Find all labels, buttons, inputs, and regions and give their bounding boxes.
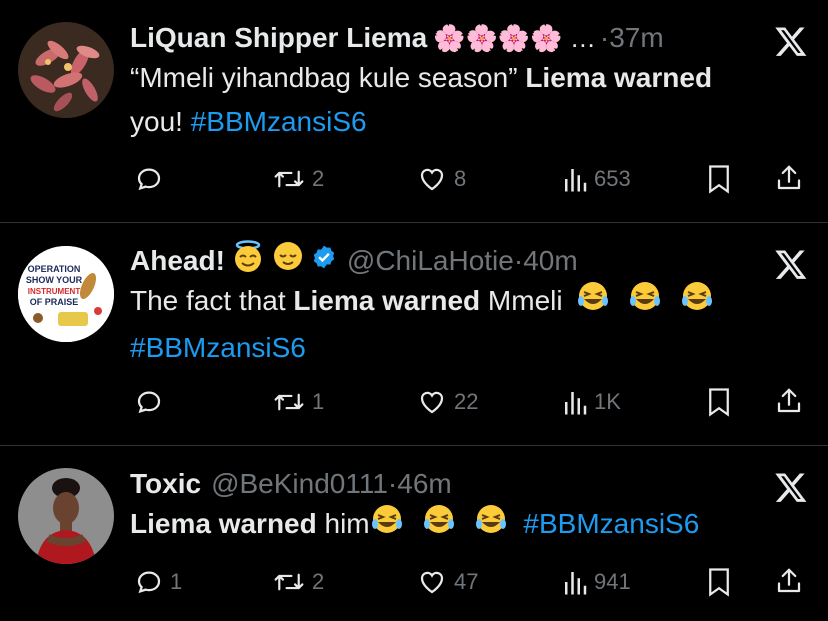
tweet-2[interactable]: OPERATION SHOW YOUR INSTRUMENT OF PRAISE… [0, 223, 828, 445]
x-logo-icon[interactable] [774, 470, 808, 504]
share-icon[interactable] [774, 163, 804, 193]
x-logo-icon[interactable] [774, 247, 808, 281]
view-count: 941 [594, 569, 631, 594]
repost-button[interactable]: 2 [272, 562, 324, 602]
hashtag-link[interactable]: #BBMzansiS6 [191, 106, 367, 137]
avatar-text-line: SHOW YOUR [26, 275, 83, 285]
avatar-text-line: INSTRUMENT [28, 287, 81, 296]
laughing-emoji [578, 282, 609, 311]
repost-count: 1 [312, 389, 325, 414]
views-button[interactable]: 941 [562, 562, 631, 602]
views-chart-icon [565, 169, 587, 192]
laughing-emoji-group [576, 279, 716, 326]
tweet-text: The fact that Liema warned Mmeli #BBMzan… [130, 279, 810, 370]
view-count: 1K [594, 389, 621, 414]
repost-icon [274, 573, 304, 591]
like-button[interactable]: 8 [416, 159, 466, 199]
heart-icon [420, 391, 444, 414]
halo-emoji [231, 239, 265, 284]
separator-dot: · [513, 245, 524, 276]
like-button[interactable]: 47 [416, 562, 478, 602]
author-name[interactable]: Toxic [130, 464, 201, 504]
tweet-text-part: Mmeli [480, 285, 563, 316]
author-handle[interactable]: @ChiLaHotie [347, 241, 514, 281]
avatar[interactable] [18, 22, 114, 118]
heart-icon [420, 168, 444, 191]
tweet-header: Toxic @BeKind0111 · 46m [130, 464, 452, 504]
tweet-header: LiQuan Shipper Liema 🌸🌸🌸🌸 … · 37m [130, 18, 664, 58]
tweet-text-part: you! [130, 106, 191, 137]
flowers-avatar-image [18, 22, 114, 118]
hashtag-link[interactable]: #BBMzansiS6 [130, 332, 306, 363]
heart-icon [420, 571, 444, 594]
action-bar: 2 8 653 [130, 159, 810, 199]
repost-icon [274, 170, 304, 188]
avatar-text-line: OF PRAISE [30, 297, 79, 307]
separator-dot: · [599, 22, 610, 53]
tweet-text-part: “Mmeli yihandbag kule season” [130, 62, 526, 93]
tweet-text-part: The fact that [130, 285, 294, 316]
repost-count: 2 [312, 166, 325, 191]
operation-praise-avatar-image: OPERATION SHOW YOUR INSTRUMENT OF PRAISE [18, 246, 114, 342]
author-handle[interactable]: @BeKind0111 [211, 464, 388, 504]
reply-icon [137, 391, 161, 414]
timestamp[interactable]: 46m [397, 464, 451, 504]
views-button[interactable]: 1K [562, 382, 621, 422]
reply-icon [137, 168, 161, 191]
repost-button[interactable]: 2 [272, 159, 324, 199]
views-chart-icon [565, 392, 587, 415]
timestamp[interactable]: 40m [523, 241, 577, 281]
views-chart-icon [565, 572, 587, 595]
repost-button[interactable]: 1 [272, 382, 324, 422]
action-bar: 1 2 47 941 [130, 562, 810, 602]
avatar[interactable]: OPERATION SHOW YOUR INSTRUMENT OF PRAISE [18, 246, 114, 342]
like-button[interactable]: 22 [416, 382, 478, 422]
repost-icon [274, 393, 304, 411]
action-bar: 1 22 1K [130, 382, 810, 422]
relieved-emoji [271, 239, 305, 284]
share-icon[interactable] [774, 386, 804, 416]
tweet-text-bold: Liema warned [525, 62, 713, 93]
avatar[interactable] [18, 468, 114, 564]
bookmark-icon[interactable] [706, 567, 732, 597]
reply-button[interactable]: 1 [134, 562, 182, 602]
share-icon[interactable] [774, 566, 804, 596]
author-name[interactable]: LiQuan Shipper Liema [130, 18, 427, 58]
name-suffix: 🌸🌸🌸🌸 … [433, 23, 596, 53]
verified-badge-icon [311, 241, 337, 281]
view-count: 653 [594, 166, 631, 191]
repost-count: 2 [312, 569, 325, 594]
reply-icon [137, 571, 161, 594]
like-count: 47 [454, 569, 479, 594]
reply-button[interactable] [134, 382, 170, 422]
tweet-text-bold: Liema warned [293, 285, 481, 316]
timestamp[interactable]: 37m [609, 18, 663, 58]
like-count: 8 [454, 166, 467, 191]
tweet-1[interactable]: LiQuan Shipper Liema 🌸🌸🌸🌸 … · 37m “Mmeli… [0, 0, 828, 222]
views-button[interactable]: 653 [562, 159, 631, 199]
like-count: 22 [454, 389, 479, 414]
reply-button[interactable] [134, 159, 170, 199]
author-name[interactable]: Ahead! [130, 241, 225, 281]
tweet-text-bold: Liema warned [130, 508, 317, 539]
separator-dot: · [387, 468, 398, 499]
person-avatar-image [18, 468, 114, 564]
tweet-3[interactable]: Toxic @BeKind0111 · 46m Liema warned him… [0, 446, 828, 621]
hashtag-link[interactable]: #BBMzansiS6 [523, 508, 699, 539]
tweet-text: Liema warned him #BBMzansiS6 [130, 502, 820, 549]
bookmark-icon[interactable] [706, 387, 732, 417]
bookmark-icon[interactable] [706, 164, 732, 194]
tweet-text: “Mmeli yihandbag kule season” Liema warn… [130, 56, 810, 144]
reply-count: 1 [170, 569, 183, 594]
tweet-text-part: him [316, 508, 370, 539]
laughing-emoji-group [370, 502, 510, 549]
tweet-header: Ahead! @ChiLaHotie · 40m [130, 239, 578, 284]
avatar-text-line: OPERATION [28, 264, 81, 274]
x-logo-icon[interactable] [774, 24, 808, 58]
